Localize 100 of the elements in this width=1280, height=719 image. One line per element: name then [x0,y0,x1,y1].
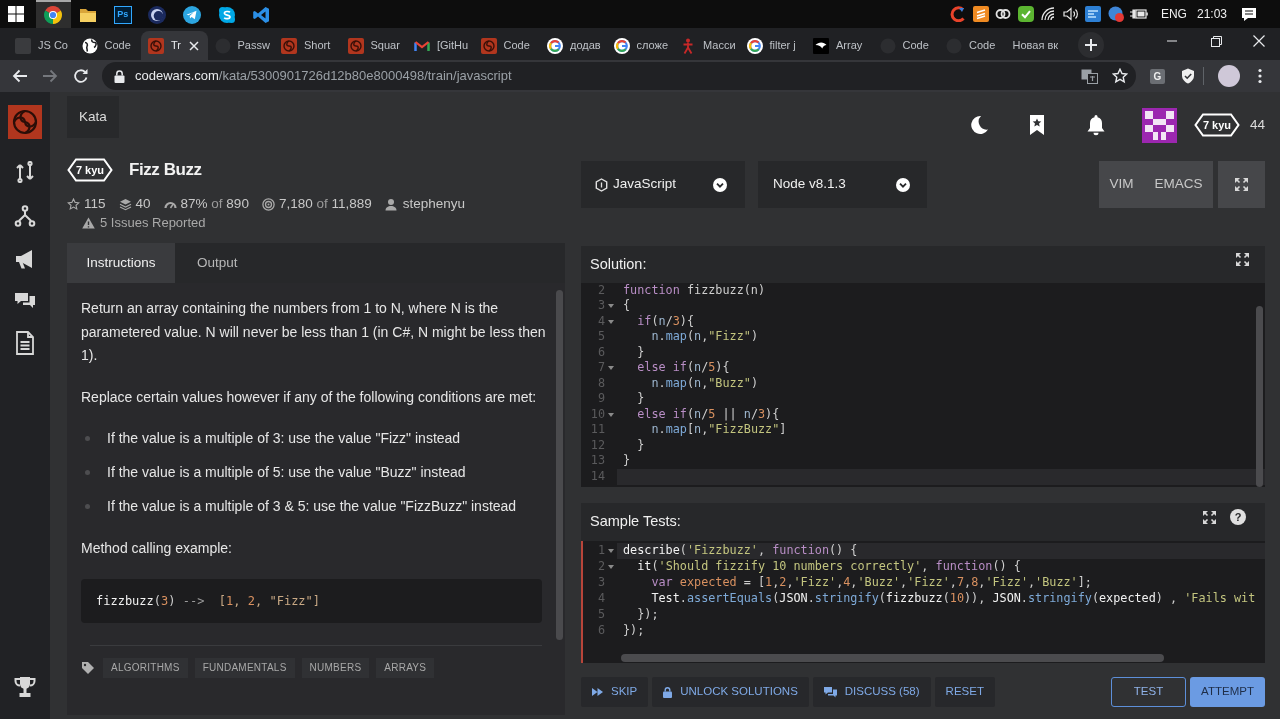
honor-count: 44 [1249,115,1265,134]
scrollbar[interactable] [1256,306,1263,487]
more-menu-icon[interactable] [1258,68,1262,84]
globe-icon [81,37,98,54]
action-button[interactable]: UNLOCK SOLUTIONS [652,677,809,707]
shield-check-icon[interactable] [1181,68,1195,84]
action-button[interactable]: RESET [934,677,995,707]
code-editor[interactable]: 2 function fizzbuzz(n) 3 { 4 if(n/3){ 5 n.map(n,"Fizz") 6 } 7 else if(n/5){ 8 n.map(n,"Buzz") 9 } 10 else if(n/5 || n/3){ 11 n.map[n,"FizzBuzz"] 12 } 13 } 14 [581,283,1265,487]
expand-icon[interactable] [1203,511,1216,524]
check-tile-icon[interactable] [1017,6,1034,22]
browser-tab[interactable]: Code [872,31,939,60]
minimize-icon [1167,40,1177,42]
reload-icon[interactable] [73,68,89,84]
app-window-icon[interactable] [1085,6,1102,22]
mode-button[interactable]: EMACS [1144,161,1213,208]
tag[interactable]: ARRAYS [376,657,435,678]
scrollbar[interactable] [621,654,1164,662]
browser-tab[interactable]: сложе [606,31,673,60]
clock[interactable]: 21:03 [1196,5,1227,23]
help-button[interactable]: ? [1230,509,1246,525]
author-link[interactable]: stephenyu [402,193,466,215]
battery-charging-icon[interactable] [1130,7,1149,21]
browser-tab[interactable]: Code [74,31,141,60]
forward-arrow-icon[interactable] [42,68,58,84]
fold-arrow-icon[interactable] [608,412,614,417]
bell-icon[interactable] [1085,114,1106,136]
extension-button[interactable]: G [1150,68,1165,84]
back-arrow-icon[interactable] [12,68,28,84]
scrollbar[interactable] [556,290,563,640]
browser-tab[interactable]: додав [540,31,607,60]
bookmark-icon[interactable] [1028,114,1045,136]
star-outline-icon[interactable] [1112,68,1128,84]
input-language[interactable]: ENG [1160,5,1187,23]
issues-link[interactable]: 5 Issues Reported [100,213,206,233]
close-icon[interactable] [188,40,199,51]
attempt-button[interactable]: ATTEMPT [1190,677,1265,707]
mode-button[interactable]: VIM [1098,161,1144,208]
document-icon[interactable] [15,331,35,355]
volume-icon[interactable] [1062,6,1079,22]
tab[interactable]: Instructions [67,243,175,283]
restore-icon [1210,35,1222,47]
browser-tab[interactable]: Code [939,31,1006,60]
browser-tab[interactable]: Squar [340,31,407,60]
tag[interactable]: NUMBERS [301,657,370,678]
action-button[interactable]: SKIP [581,677,649,707]
browser-tab[interactable]: Масси [673,31,740,60]
browser-tab[interactable]: Code [473,31,540,60]
app-badge-icon[interactable] [1107,6,1124,22]
browser-tab[interactable]: Passw [207,31,274,60]
line-number: 4 [596,312,605,330]
fold-arrow-icon[interactable] [608,319,614,324]
star-icon[interactable] [67,197,80,211]
fold-arrow-icon[interactable] [608,366,614,371]
fold-arrow-icon[interactable] [608,549,614,553]
browser-tab[interactable]: Array [806,31,873,60]
fold-arrow-icon[interactable] [608,304,614,309]
browser-tab[interactable]: filter j [739,31,806,60]
fullscreen-button[interactable] [1218,161,1265,208]
language-dropdown[interactable]: JavaScript [581,161,745,208]
chat-bubbles-icon [823,686,837,698]
browser-tab[interactable]: Новая вк [1005,31,1072,60]
layers-icon[interactable] [118,197,132,211]
line-number: 12 [589,436,605,454]
code-line: }); [636,607,660,623]
nav-tab[interactable]: Kata [67,96,119,138]
cloud-rings-icon[interactable] [995,6,1012,22]
tab[interactable]: Output [175,243,260,283]
test-button[interactable]: TEST [1111,677,1186,707]
trophy-icon[interactable] [12,676,38,698]
action-button[interactable]: DISCUSS (58) [812,677,931,707]
expand-icon[interactable] [1236,253,1249,266]
windows-logo-icon[interactable] [8,6,24,22]
fold-arrow-icon[interactable] [608,565,614,569]
translate-icon[interactable] [1081,68,1098,84]
browser-tab[interactable]: JS Co [8,31,75,60]
version-dropdown[interactable]: Node v8.1.3 [758,161,927,208]
chat-bubbles-icon[interactable] [14,292,36,310]
tag[interactable]: ALGORITHMS [103,657,188,678]
app-tile-icon[interactable] [972,6,989,22]
code-line: if(n/3){ [636,314,696,330]
browser-tab[interactable]: Short [274,31,341,60]
taskbar-button[interactable] [36,0,71,28]
browser-tab[interactable]: [GitHu [407,31,474,60]
new-tab-icon[interactable] [1078,32,1104,58]
profile-avatar-icon[interactable] [1218,65,1240,87]
address-bar[interactable]: codewars.com/kata/5300901726d12b80e8000498/train/javascript [102,62,1136,90]
fork-icon[interactable] [14,205,36,227]
taskbar-button[interactable]: Ps [105,0,141,28]
tile-icon [15,37,31,54]
notification-icon[interactable] [1241,6,1257,22]
code-editor[interactable] [581,541,1265,663]
arc-icon[interactable] [950,6,967,22]
wifi-icon[interactable] [1040,6,1057,22]
browser-tab[interactable]: Tr [141,31,208,60]
tag[interactable]: FUNDAMENTALS [194,657,295,678]
ring-icon [613,37,630,54]
spiral-logo-icon[interactable] [8,105,42,139]
swap-arrows-icon[interactable] [14,161,36,183]
avatar-icon[interactable] [1141,107,1177,143]
moon-icon[interactable] [968,115,989,135]
